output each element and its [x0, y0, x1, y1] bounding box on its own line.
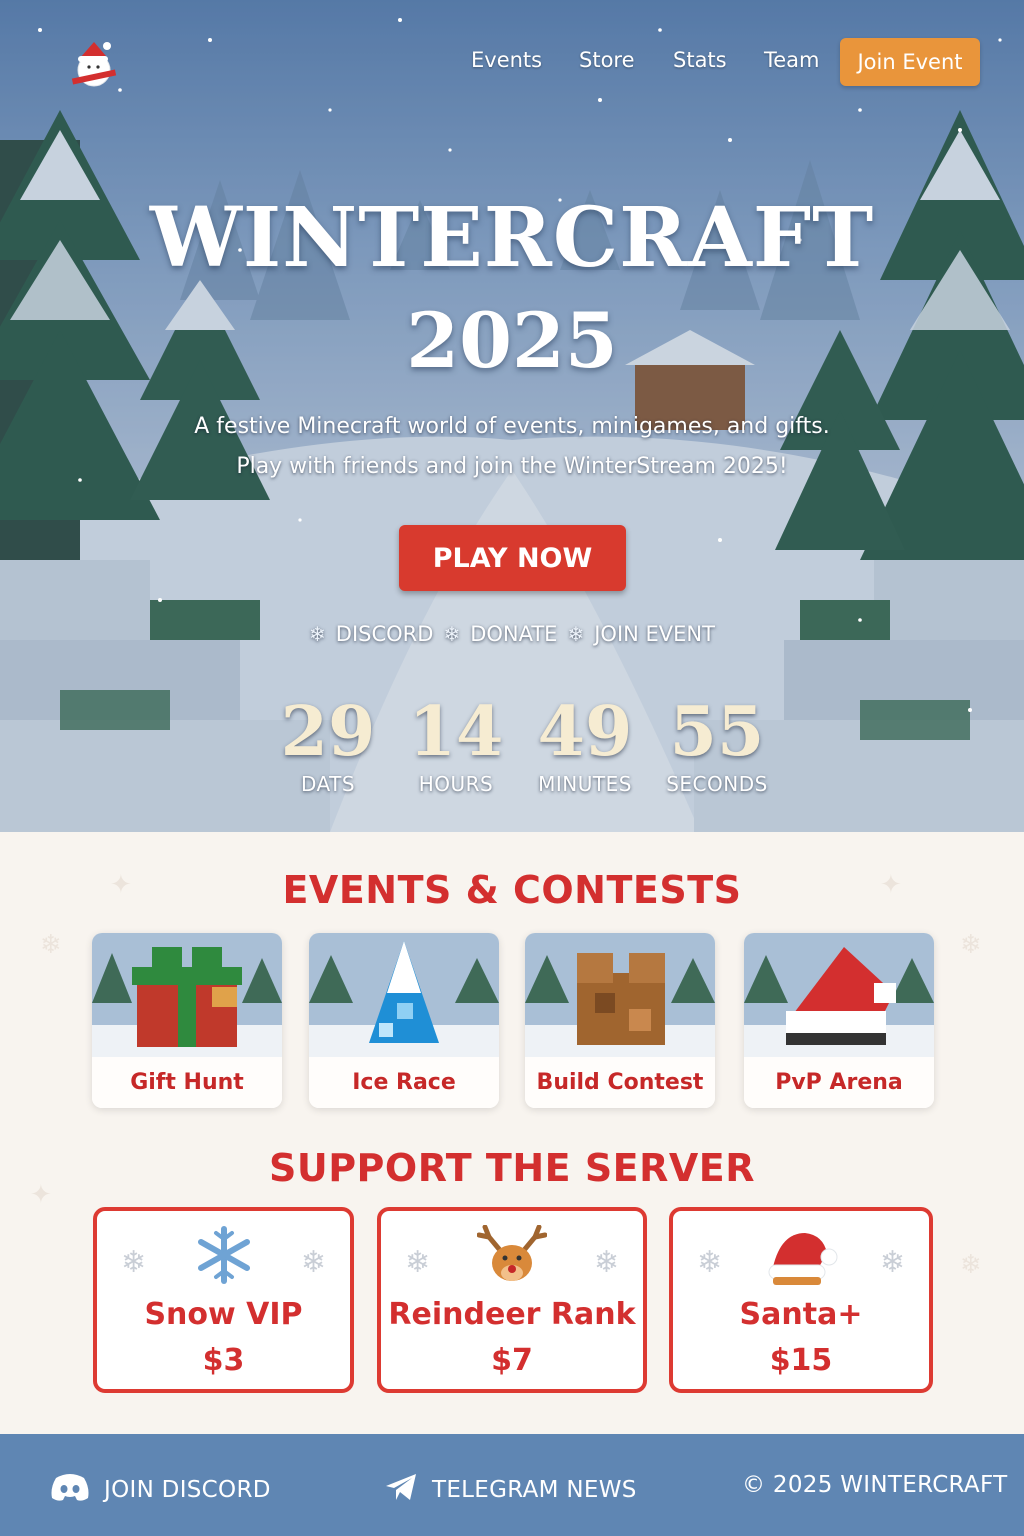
- reindeer-icon: [476, 1224, 548, 1291]
- hero-section: Events Store Stats Team Join Event WINTE…: [0, 0, 1024, 832]
- event-label: PvP Arena: [744, 1057, 934, 1108]
- footer-telegram-link[interactable]: TELEGRAM NEWS: [384, 1472, 637, 1508]
- snowflake-icon: ❄: [443, 622, 461, 646]
- hero-title: WINTERCRAFT: [149, 190, 875, 286]
- telegram-icon: [384, 1472, 418, 1508]
- tier-card-santa-plus[interactable]: ❄ ❄ Santa+ $15: [669, 1207, 933, 1393]
- snowflake-icon: ❄: [121, 1245, 147, 1280]
- join-event-link[interactable]: JOIN EVENT: [594, 622, 715, 646]
- donate-link[interactable]: DONATE: [470, 622, 557, 646]
- santa-snowman-logo-icon[interactable]: [66, 38, 122, 94]
- nav-store-link[interactable]: Store: [579, 48, 635, 72]
- join-event-button[interactable]: Join Event: [840, 38, 980, 86]
- snowflake-icon: ❄: [879, 1245, 905, 1280]
- tier-price: $3: [202, 1343, 245, 1378]
- nav-team-link[interactable]: Team: [764, 48, 820, 72]
- hero-subtitle-line1: A festive Minecraft world of events, min…: [194, 414, 830, 439]
- countdown-hours-label: HOURS: [418, 772, 494, 796]
- snowflake-icon: ❄: [309, 622, 326, 646]
- hero-subtitle-line2: Play with friends and join the WinterStr…: [236, 454, 788, 479]
- footer-discord-label: JOIN DISCORD: [104, 1477, 271, 1503]
- snowflake-icon: ❄: [567, 622, 585, 646]
- event-card-pvp-arena[interactable]: PvP Arena: [744, 933, 934, 1108]
- tier-card-snow-vip[interactable]: ❄ ❄ Snow VIP $3: [93, 1207, 354, 1393]
- santa-hat-icon: [744, 933, 934, 1057]
- footer: JOIN DISCORD TELEGRAM NEWS © 2025 WINTER…: [0, 1434, 1024, 1536]
- event-card-build-contest[interactable]: Build Contest: [525, 933, 715, 1108]
- snowflake-icon: ❄: [405, 1245, 431, 1280]
- countdown-seconds-value: 55: [669, 692, 765, 772]
- countdown-minutes-value: 49: [537, 692, 633, 772]
- footer-discord-link[interactable]: JOIN DISCORD: [50, 1472, 271, 1508]
- ice-icon: [309, 933, 499, 1057]
- snowflake-icon: ❄: [960, 1250, 982, 1280]
- snowflake-icon: ❄: [40, 930, 62, 960]
- events-section-title: EVENTS & CONTESTS: [282, 868, 742, 912]
- countdown-seconds: 55 SECONDS: [652, 692, 782, 796]
- tier-card-reindeer-rank[interactable]: ❄ ❄ Reindeer Rank $7: [377, 1207, 647, 1393]
- discord-link[interactable]: DISCORD: [336, 622, 434, 646]
- quick-links: ❄ DISCORD ❄ DONATE ❄ JOIN EVENT: [0, 622, 1024, 646]
- play-now-button[interactable]: PLAY NOW: [399, 525, 626, 591]
- event-label: Gift Hunt: [92, 1057, 282, 1108]
- event-label: Ice Race: [309, 1057, 499, 1108]
- discord-icon: [50, 1472, 90, 1508]
- tier-name: Snow VIP: [144, 1297, 303, 1332]
- countdown-hours-value: 14: [408, 692, 504, 772]
- countdown-days-value: 29: [280, 692, 376, 772]
- gift-icon: [92, 933, 282, 1057]
- tier-price: $7: [491, 1343, 533, 1378]
- snowflake-icon: ❄: [697, 1245, 723, 1280]
- tier-price: $15: [769, 1343, 833, 1378]
- santa-hat-icon: [761, 1225, 841, 1291]
- snowflake-icon: [194, 1225, 254, 1289]
- footer-telegram-label: TELEGRAM NEWS: [432, 1477, 637, 1503]
- countdown-seconds-label: SECONDS: [666, 772, 768, 796]
- support-section-title: SUPPORT THE SERVER: [268, 1146, 756, 1190]
- footer-copyright: © 2025 WINTERCRAFT: [742, 1472, 1008, 1498]
- event-card-gift-hunt[interactable]: Gift Hunt: [92, 933, 282, 1108]
- snowflake-icon: ❄: [960, 930, 982, 960]
- nav-stats-link[interactable]: Stats: [673, 48, 727, 72]
- countdown-minutes-label: MINUTES: [538, 772, 632, 796]
- countdown-minutes: 49 MINUTES: [520, 692, 650, 796]
- tier-name: Santa+: [739, 1297, 863, 1332]
- tier-name: Reindeer Rank: [388, 1297, 636, 1332]
- snowflake-icon: ❄: [593, 1245, 619, 1280]
- wood-block-icon: [525, 933, 715, 1057]
- event-card-ice-race[interactable]: Ice Race: [309, 933, 499, 1108]
- snowflake-icon: ❄: [300, 1245, 326, 1280]
- hero-year: 2025: [406, 296, 618, 385]
- countdown-days: 29 DATS: [263, 692, 393, 796]
- countdown-hours: 14 HOURS: [391, 692, 521, 796]
- nav-events-link[interactable]: Events: [471, 48, 542, 72]
- top-nav: Events Store Stats Team Join Event: [0, 38, 1024, 87]
- event-label: Build Contest: [525, 1057, 715, 1108]
- countdown-days-label: DATS: [300, 772, 356, 796]
